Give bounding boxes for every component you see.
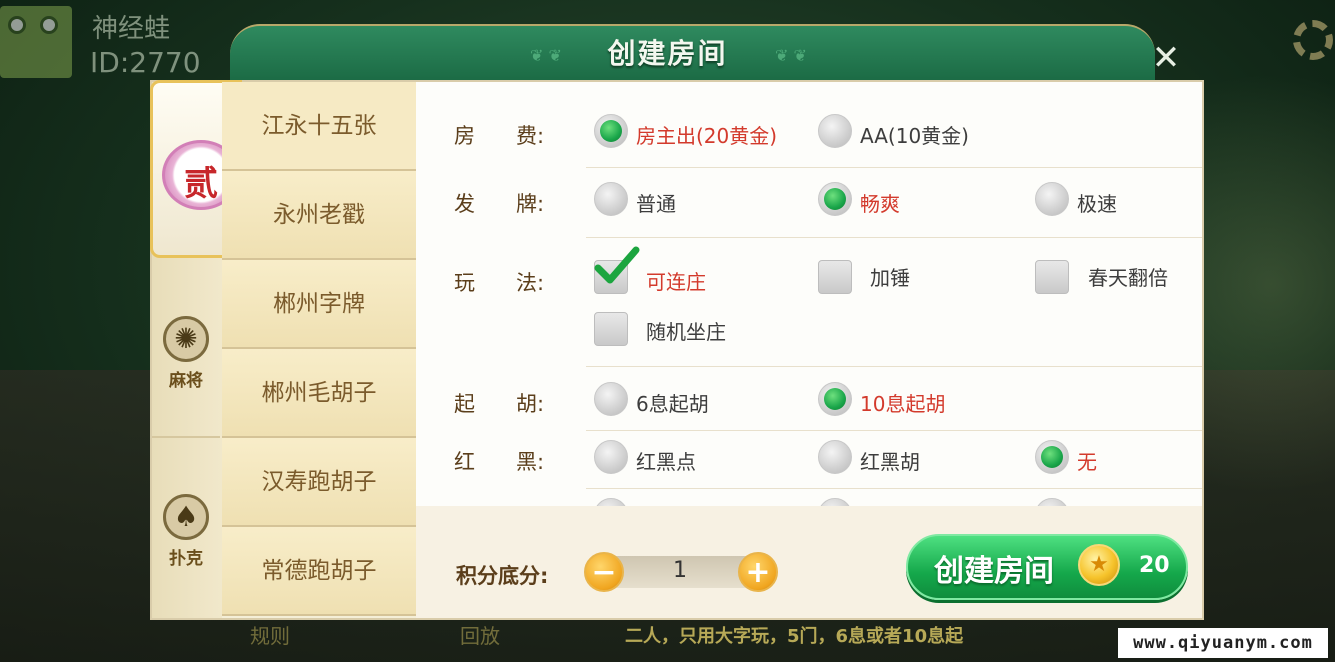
spade-icon: ♠ — [163, 494, 209, 540]
redblack-option-none: 无 — [1077, 450, 1097, 474]
category-divider — [152, 436, 220, 438]
game-item[interactable]: 永州老戳 — [222, 171, 416, 260]
redblack-label-b: 黑: — [516, 450, 545, 474]
deal-option-smooth: 畅爽 — [860, 192, 900, 216]
fee-radio-owner[interactable] — [594, 114, 628, 148]
deal-label-a: 发 — [454, 192, 475, 216]
footer-description: 二人，只用大字玩，5门，6息或者10息起 — [625, 626, 964, 647]
hidden-row-radio[interactable] — [594, 498, 628, 506]
mahjong-icon: ✺ — [163, 316, 209, 362]
starthu-radio-10[interactable] — [818, 382, 852, 416]
watermark: www.qiyuanym.com — [1118, 628, 1328, 658]
redblack-option-point: 红黑点 — [636, 450, 696, 474]
fee-label-a: 房 — [454, 124, 475, 148]
coin-cost: 20 — [1139, 553, 1170, 578]
game-item[interactable]: 汉寿跑胡子 — [222, 438, 416, 527]
fee-label-b: 费: — [516, 124, 545, 148]
dialog-title: 创建房间 — [607, 37, 728, 70]
footer-replay-button: 回放 — [460, 624, 500, 648]
category-label-mahjong: 麻将 — [169, 371, 203, 391]
category-tab-poker[interactable]: ♠ 扑克 — [152, 494, 220, 569]
rules-checkbox-random[interactable] — [594, 312, 628, 346]
rules-label-b: 法: — [516, 271, 545, 295]
row-divider — [586, 366, 1202, 367]
fee-radio-aa[interactable] — [818, 114, 852, 148]
row-divider — [586, 167, 1202, 168]
rules-label-a: 玩 — [454, 271, 475, 295]
deal-radio-normal[interactable] — [594, 182, 628, 216]
score-value[interactable]: 1 — [600, 558, 760, 583]
hidden-row-radio[interactable] — [1035, 498, 1069, 506]
deal-label: 发 牌: — [454, 188, 544, 218]
rules-checkbox-hammer[interactable] — [818, 260, 852, 294]
starthu-option-6: 6息起胡 — [636, 392, 709, 416]
game-item[interactable]: 常德跑胡子 — [222, 527, 416, 616]
row-divider — [586, 430, 1202, 431]
close-icon[interactable]: ✕ — [1146, 38, 1186, 78]
starthu-radio-6[interactable] — [594, 382, 628, 416]
game-item[interactable]: 郴州字牌 — [222, 260, 416, 349]
redblack-option-hu: 红黑胡 — [860, 450, 920, 474]
deal-radio-smooth[interactable] — [818, 182, 852, 216]
starthu-label-a: 起 — [454, 392, 475, 416]
rules-option-continue: 可连庄 — [646, 270, 706, 294]
row-divider — [586, 237, 1202, 238]
create-room-label: 创建房间 — [934, 554, 1054, 589]
starthu-label-b: 胡: — [516, 392, 545, 416]
footer-rules-button: 规则 — [250, 624, 290, 648]
fee-option-aa: AA(10黄金) — [860, 124, 969, 148]
deal-radio-fast[interactable] — [1035, 182, 1069, 216]
plus-button[interactable]: + — [738, 552, 778, 592]
checkmark-icon — [594, 246, 640, 284]
fee-option-owner: 房主出(20黄金) — [636, 124, 778, 148]
redblack-radio-none[interactable] — [1035, 440, 1069, 474]
redblack-label: 红 黑: — [454, 446, 544, 476]
fee-label: 房 费: — [454, 120, 544, 150]
rules-label: 玩 法: — [454, 267, 544, 297]
category-tab-mahjong[interactable]: ✺ 麻将 — [152, 316, 220, 391]
row-divider — [586, 488, 1202, 489]
redblack-radio-point[interactable] — [594, 440, 628, 474]
game-item[interactable]: 江永十五张 — [222, 82, 416, 171]
starthu-label: 起 胡: — [454, 388, 544, 418]
rules-checkbox-spring[interactable] — [1035, 260, 1069, 294]
coin-icon: ★ — [1078, 544, 1120, 586]
redblack-label-a: 红 — [454, 450, 475, 474]
deal-option-fast: 极速 — [1077, 192, 1117, 216]
deal-label-b: 牌: — [516, 192, 545, 216]
category-label-poker: 扑克 — [169, 549, 203, 569]
hidden-row-radio[interactable] — [818, 498, 852, 506]
score-label: 积分底分: — [456, 564, 549, 588]
redblack-radio-hu[interactable] — [818, 440, 852, 474]
rules-option-hammer: 加锤 — [870, 266, 910, 290]
game-item[interactable]: 郴州毛胡子 — [222, 349, 416, 438]
deal-option-normal: 普通 — [636, 192, 676, 216]
rules-option-random: 随机坐庄 — [646, 320, 726, 344]
starthu-option-10: 10息起胡 — [860, 392, 946, 416]
game-list: 江永十五张 永州老戳 郴州字牌 郴州毛胡子 汉寿跑胡子 常德跑胡子 — [222, 82, 416, 618]
options-area: 房 费: 房主出(20黄金) AA(10黄金) 发 牌: 普通 畅爽 极速 玩 … — [416, 82, 1202, 506]
minus-button[interactable]: − — [584, 552, 624, 592]
rules-option-spring: 春天翻倍 — [1088, 266, 1168, 290]
